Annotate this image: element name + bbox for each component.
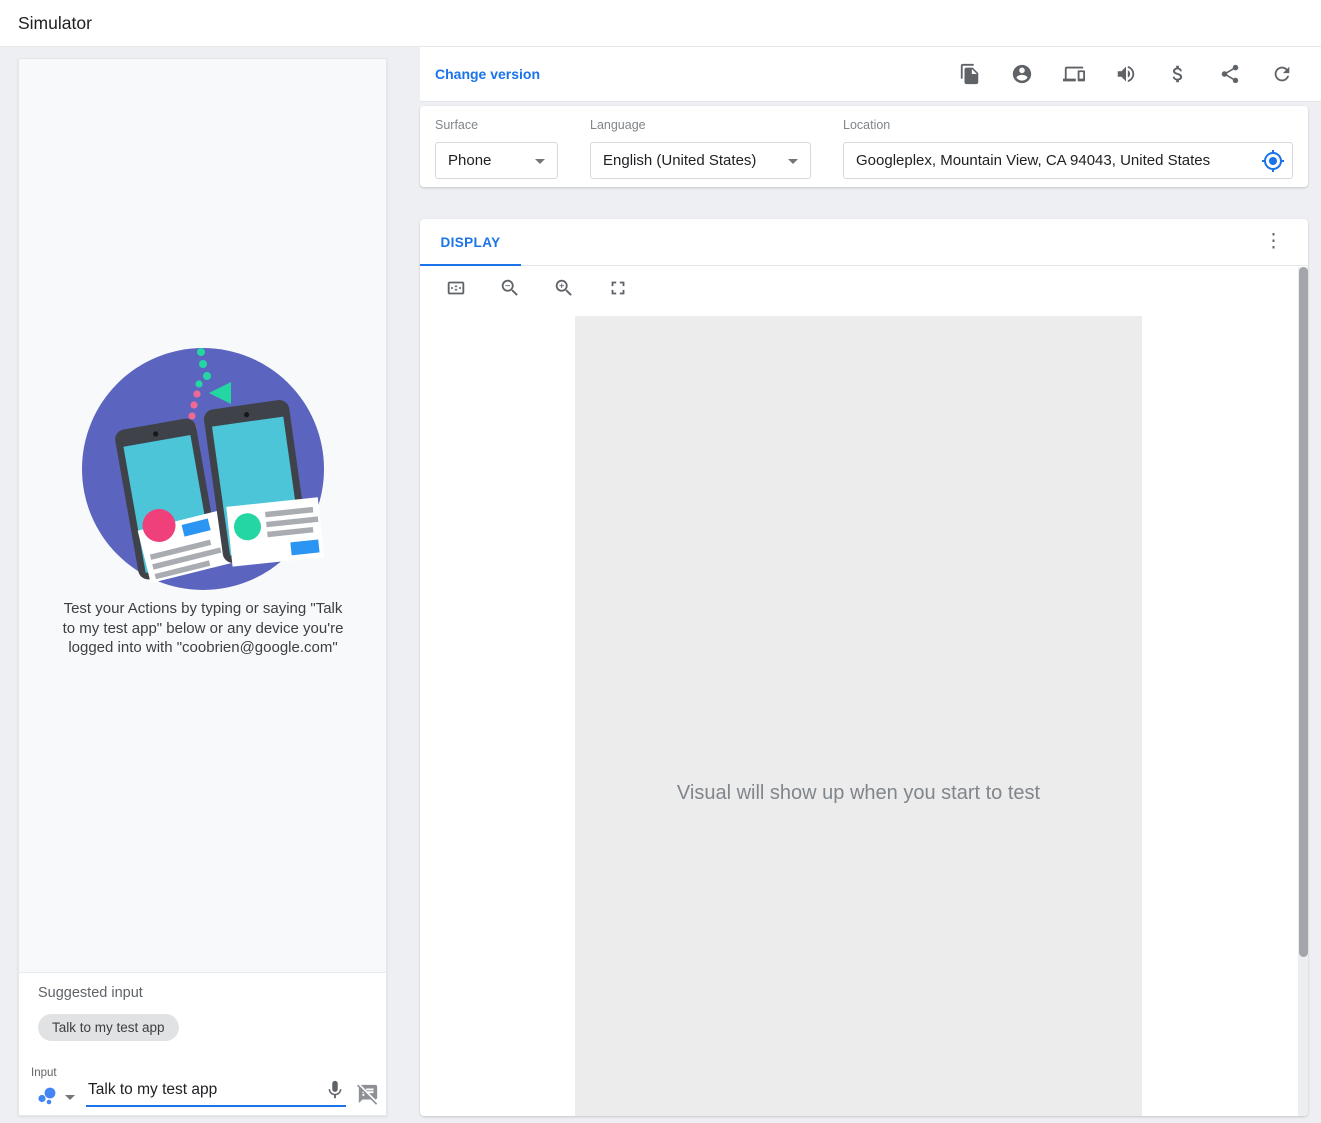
caption-line: to my test app" below or any device you'… [62,619,344,637]
my-location-icon[interactable] [1261,149,1285,173]
visual-placeholder-text: Visual will show up when you start to te… [676,782,1041,804]
zoom-out-icon[interactable] [499,277,521,299]
refresh-icon[interactable] [1271,63,1293,85]
chevron-down-icon [535,159,545,164]
suggestion-chip[interactable]: Talk to my test app [38,1014,179,1041]
account-icon[interactable] [1011,63,1033,85]
caption-line: Test your Actions by typing or saying "T… [63,600,343,617]
input-type-caret-icon[interactable] [65,1095,75,1100]
display-scrollbar-thumb[interactable] [1299,267,1308,957]
display-tab-bar: DISPLAY ⋮ [420,219,1308,266]
display-card: DISPLAY ⋮ Visual will show up when you s… [420,219,1308,1116]
assistant-icon [38,1087,56,1105]
display-scrollbar-track[interactable] [1298,267,1308,1116]
input-label: Input [31,1067,57,1079]
app-header: Simulator [0,0,1321,47]
suggested-input-label: Suggested input [38,985,143,1001]
speaker-notes-off-icon[interactable] [357,1083,379,1105]
fit-screen-icon[interactable] [445,277,467,299]
settings-card: Surface Language Location Phone English … [420,106,1308,187]
tab-display[interactable]: DISPLAY [420,219,521,266]
file-copy-icon[interactable] [959,63,981,85]
more-vertical-icon[interactable]: ⋮ [1264,230,1283,254]
share-icon[interactable] [1219,63,1241,85]
caption-line: logged into with "coobrien@google.com" [68,639,338,656]
simulator-input[interactable] [86,1079,346,1107]
location-input[interactable]: Googleplex, Mountain View, CA 94043, Uni… [843,142,1293,179]
change-version-link[interactable]: Change version [435,47,540,101]
conversation-panel: Test your Actions by typing or saying "T… [18,58,387,1116]
page-title: Simulator [18,13,92,33]
language-select[interactable]: English (United States) [590,142,811,179]
toolbar-icons [959,47,1293,101]
fullscreen-icon[interactable] [607,277,629,299]
input-section: Suggested input Talk to my test app Inpu… [19,972,386,1115]
mic-icon[interactable] [324,1079,346,1101]
zoom-in-icon[interactable] [553,277,575,299]
version-toolbar: Change version [420,47,1321,102]
billing-icon[interactable] [1167,63,1189,85]
phones-illustration [82,348,325,590]
visual-preview-panel: Visual will show up when you start to te… [575,316,1142,1116]
language-label: Language [590,118,646,132]
location-label: Location [843,118,891,132]
surface-value: Phone [448,152,492,169]
devices-icon[interactable] [1063,63,1085,85]
language-value: English (United States) [603,152,757,169]
surface-select[interactable]: Phone [435,142,558,179]
chevron-down-icon [788,159,798,164]
test-instructions: Test your Actions by typing or saying "T… [43,599,363,658]
location-value: Googleplex, Mountain View, CA 94043, Uni… [856,152,1211,169]
volume-icon[interactable] [1115,63,1137,85]
display-zoom-tools [445,277,629,299]
surface-label: Surface [435,118,479,132]
